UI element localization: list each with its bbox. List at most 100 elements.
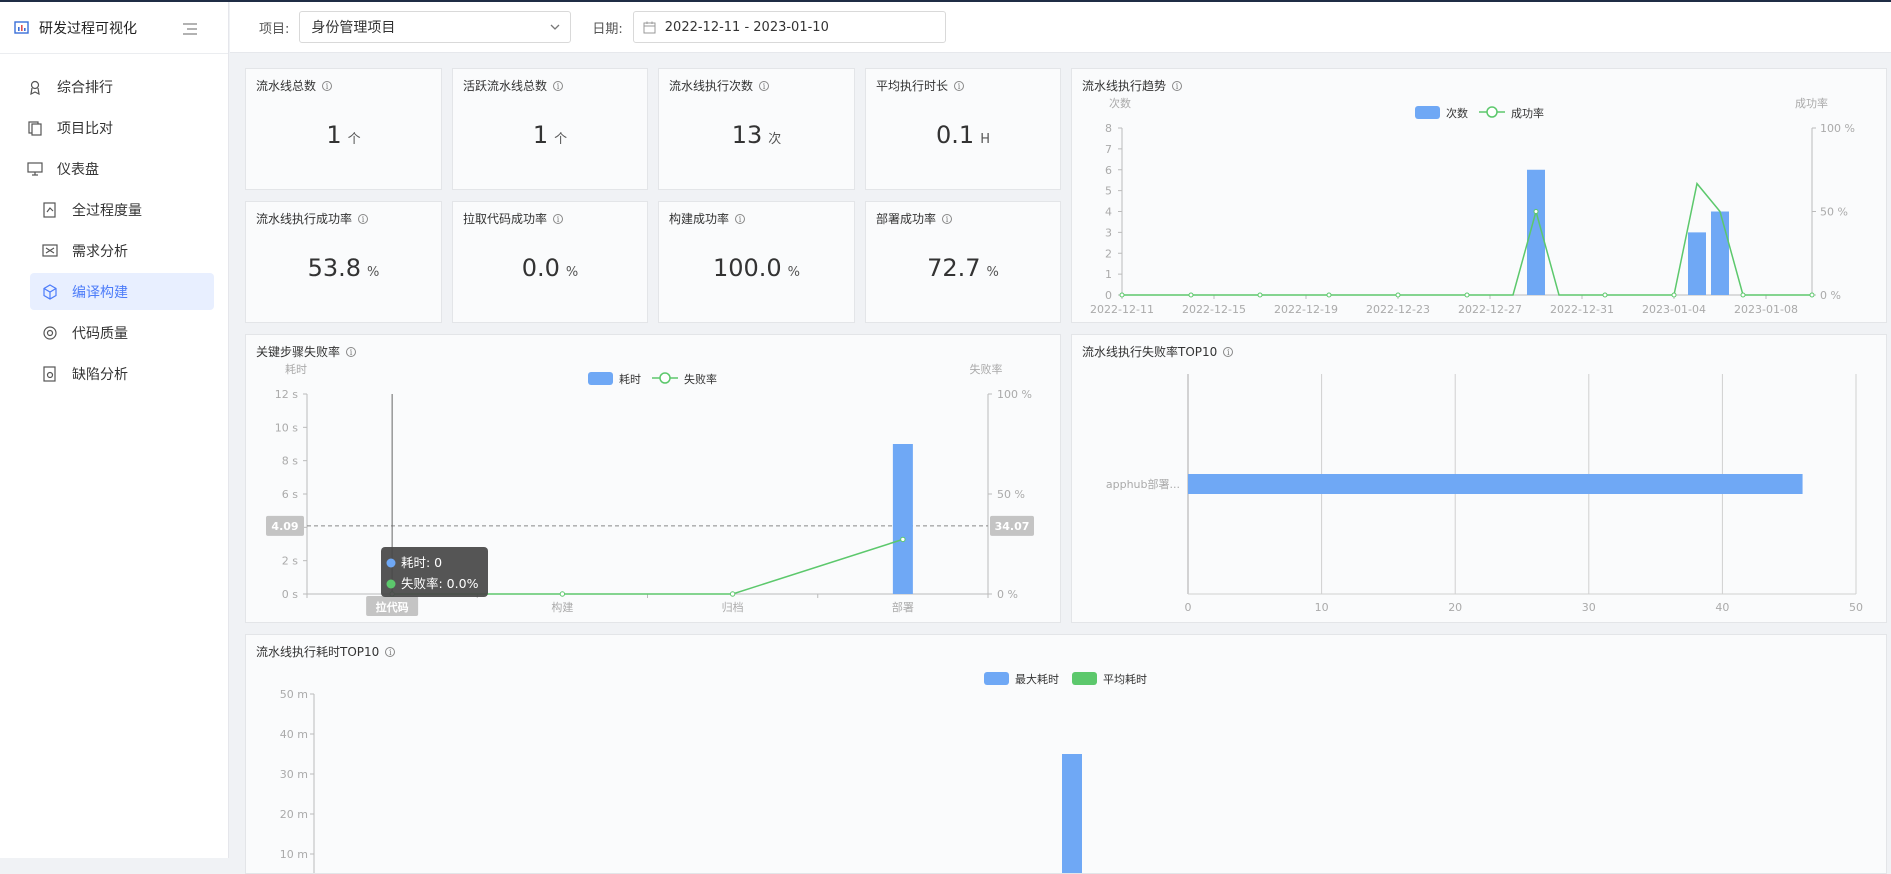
info-icon[interactable]: i bbox=[735, 213, 746, 224]
defect-icon bbox=[43, 365, 56, 382]
stat-title: 流水线执行次数 bbox=[669, 79, 754, 93]
y-axis-right-label: 失败率 bbox=[970, 362, 1003, 376]
fail-rate-point bbox=[900, 536, 906, 543]
info-icon[interactable]: i bbox=[954, 80, 965, 91]
app-title: 研发过程可视化 bbox=[39, 20, 137, 37]
info-icon[interactable]: i bbox=[322, 80, 333, 91]
sidebar-item-measure[interactable]: 全过程度量 bbox=[0, 191, 228, 228]
success-rate-point bbox=[1464, 292, 1470, 298]
x-tick-label: 20 bbox=[1448, 601, 1462, 614]
sidebar-menu: 综合排行 项目比对 仪表盘 全过程度量 需求分析 编译构建 代码质量 缺陷分析 bbox=[0, 54, 228, 392]
success-rate-point bbox=[1602, 292, 1608, 298]
measure-icon bbox=[43, 201, 56, 218]
x-tick-label: 部署 bbox=[892, 600, 914, 614]
stat-card-avg-duration: 平均执行时长 i 0.1 H bbox=[865, 68, 1061, 190]
success-rate-point bbox=[1809, 292, 1815, 298]
stat-card-exec-count: 流水线执行次数 i 13 次 bbox=[658, 68, 855, 190]
stat-unit: % bbox=[565, 265, 579, 280]
trend-bar bbox=[1688, 232, 1706, 295]
info-icon[interactable]: i bbox=[553, 80, 564, 91]
stat-value: 53.8 bbox=[307, 254, 362, 282]
stat-card-success-rate: 流水线执行成功率 i 53.8% bbox=[245, 201, 442, 323]
legend-marker-fail bbox=[659, 372, 671, 384]
ranking-icon bbox=[30, 80, 40, 95]
sidebar-item-label: 综合排行 bbox=[57, 79, 113, 96]
y-tick-label: apphub部署... bbox=[1106, 477, 1180, 491]
y-tick-label: 0 s bbox=[282, 588, 298, 601]
date-label: 日期: bbox=[592, 21, 623, 37]
info-icon[interactable]: i bbox=[942, 213, 953, 224]
sidebar-item-defect[interactable]: 缺陷分析 bbox=[0, 355, 228, 392]
sidebar-item-ranking[interactable]: 综合排行 bbox=[0, 68, 228, 105]
success-rate-point bbox=[1188, 292, 1194, 298]
y-tick-label: 3 bbox=[1105, 226, 1112, 239]
y-tick-label: 0 bbox=[1105, 289, 1112, 302]
sidebar-item-compare[interactable]: 项目比对 bbox=[0, 109, 228, 146]
stat-value: 100.0 bbox=[712, 254, 782, 282]
menu-collapse-icon[interactable] bbox=[182, 22, 198, 36]
x-tick-label: 2022-12-27 bbox=[1458, 303, 1522, 316]
stat-unit: % bbox=[986, 265, 999, 280]
y-tick-label: 8 s bbox=[282, 455, 298, 468]
y-tick-label: 40 m bbox=[280, 728, 308, 741]
y-axis-right-label: 成功率 bbox=[1795, 96, 1828, 110]
stat-card-pipeline-total: 流水线总数 i 1个 bbox=[245, 68, 442, 190]
y-tick-label: 5 bbox=[1105, 185, 1112, 198]
project-label: 项目: bbox=[259, 21, 290, 37]
project-select-value: 身份管理项目 bbox=[311, 20, 396, 36]
tooltip-line: 失败率: 0.0% bbox=[401, 576, 479, 591]
date-range-picker[interactable]: 2022-12-11 - 2023-01-10 bbox=[632, 11, 946, 43]
sidebar-item-label: 项目比对 bbox=[57, 120, 113, 137]
y-right-tick-label: 100 % bbox=[997, 388, 1032, 401]
fail-top10-bar bbox=[1188, 474, 1803, 494]
stat-title: 活跃流水线总数 bbox=[463, 79, 548, 93]
duration-bar bbox=[892, 444, 913, 594]
calendar-icon bbox=[643, 21, 656, 33]
success-rate-point bbox=[1533, 209, 1539, 214]
x-tick-label: 50 bbox=[1849, 601, 1863, 614]
y-tick-label: 10 m bbox=[280, 848, 308, 861]
sidebar-item-label: 仪表盘 bbox=[57, 161, 99, 178]
project-select[interactable]: 身份管理项目 bbox=[299, 11, 572, 43]
legend-label: 成功率 bbox=[1511, 106, 1544, 120]
stat-card-active-pipeline: 活跃流水线总数 i 1个 bbox=[452, 68, 648, 190]
info-icon[interactable]: i bbox=[759, 80, 770, 91]
sidebar-item-code-quality[interactable]: 代码质量 bbox=[0, 314, 228, 351]
sidebar-item-requirement[interactable]: 需求分析 bbox=[0, 232, 228, 269]
stat-card-deploy-rate: 部署成功率 i 72.7% bbox=[865, 201, 1061, 323]
x-tick-label: 构建 bbox=[551, 600, 573, 614]
stat-title: 构建成功率 bbox=[669, 212, 730, 226]
fail-rate-point bbox=[559, 591, 566, 597]
stat-unit: 个 bbox=[347, 132, 361, 147]
sidebar-item-label: 编译构建 bbox=[72, 284, 128, 301]
duration-top10-chart: 最大耗时 平均耗时 10 m 20 m 30 m 40 m 50 m bbox=[280, 672, 1147, 873]
info-icon[interactable]: i bbox=[553, 213, 564, 224]
y-tick-label: 12 s bbox=[275, 388, 298, 401]
dashboard-icon bbox=[27, 161, 43, 176]
sidebar-item-label: 缺陷分析 bbox=[72, 366, 128, 383]
chart-card-step-fail: 关键步骤失败率i 耗时失败率耗时失败率0 s2 s4 s6 s8 s10 s12… bbox=[245, 334, 1061, 623]
stat-value: 72.7 bbox=[927, 254, 981, 282]
stat-title: 流水线总数 bbox=[256, 79, 317, 93]
x-tick-label: 2022-12-11 bbox=[1090, 303, 1154, 316]
y-tick-label: 4 bbox=[1105, 206, 1112, 219]
stat-title: 部署成功率 bbox=[876, 212, 937, 226]
y-axis-left-label: 耗时 bbox=[285, 363, 307, 376]
info-icon[interactable]: i bbox=[358, 213, 369, 224]
success-rate-point bbox=[1395, 292, 1401, 298]
code-quality-icon bbox=[43, 325, 57, 340]
crosshair-right-label: 34.07 bbox=[995, 520, 1030, 533]
legend-swatch-count bbox=[1415, 106, 1440, 119]
duration-max-bar bbox=[1062, 754, 1082, 873]
sidebar-item-dashboard[interactable]: 仪表盘 bbox=[0, 150, 228, 187]
stat-value: 13 bbox=[731, 121, 763, 149]
sidebar: 研发过程可视化 综合排行 项目比对 仪表盘 全过程度量 需求分析 编译构建 代码… bbox=[0, 2, 229, 858]
y-tick-label: 2 s bbox=[282, 555, 298, 568]
sidebar-item-build[interactable]: 编译构建 bbox=[30, 273, 214, 310]
success-rate-point bbox=[1740, 292, 1746, 298]
stat-value: 0.0 bbox=[521, 254, 560, 282]
x-tick-label: 30 bbox=[1582, 601, 1596, 614]
x-tick-label: 归档 bbox=[722, 600, 744, 614]
stat-card-build-rate: 构建成功率 i 100.0% bbox=[658, 201, 855, 323]
requirement-icon bbox=[42, 243, 58, 257]
